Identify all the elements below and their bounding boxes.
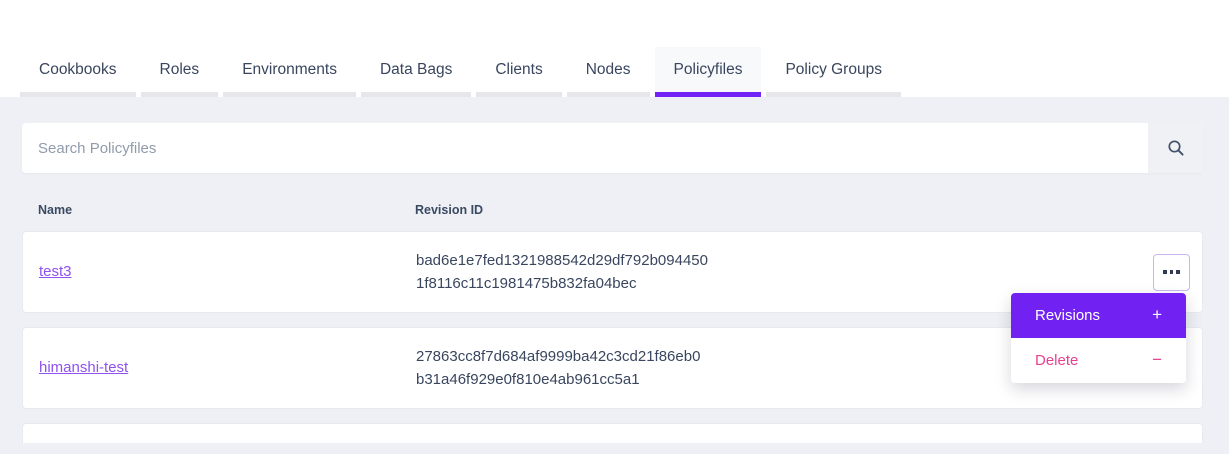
search-button[interactable] — [1148, 123, 1203, 173]
revision-id-value: 27863cc8f7d684af9999ba42c3cd21f86eb0b31a… — [416, 345, 708, 392]
search-icon — [1167, 139, 1185, 157]
column-header-name: Name — [38, 203, 415, 217]
policyfiles-panel: Name Revision ID test3 bad6e1e7fed132198… — [0, 97, 1229, 443]
menu-item-revisions[interactable]: Revisions + — [1011, 293, 1186, 338]
policyfile-link[interactable]: test3 — [39, 263, 72, 280]
table-header-row: Name Revision ID — [22, 173, 1203, 231]
policyfile-link[interactable]: himanshi-test — [39, 359, 128, 376]
menu-item-delete[interactable]: Delete − — [1011, 338, 1186, 383]
table-row: test3 bad6e1e7fed1321988542d29df792b0944… — [22, 231, 1203, 313]
tab-bar: Cookbooks Roles Environments Data Bags C… — [0, 0, 1229, 97]
tab-roles[interactable]: Roles — [141, 47, 219, 97]
tab-cookbooks[interactable]: Cookbooks — [20, 47, 136, 97]
row-actions-menu: Revisions + Delete − — [1011, 293, 1186, 383]
column-header-revision-id: Revision ID — [415, 203, 1139, 217]
tab-data-bags[interactable]: Data Bags — [361, 47, 471, 97]
tab-policyfiles[interactable]: Policyfiles — [655, 47, 762, 97]
minus-icon: − — [1152, 350, 1162, 370]
table-row-partial — [22, 423, 1203, 443]
plus-icon: + — [1152, 305, 1162, 325]
row-actions-button[interactable] — [1153, 254, 1190, 291]
tab-policy-groups[interactable]: Policy Groups — [766, 47, 900, 97]
search-input[interactable] — [22, 123, 1148, 173]
ellipsis-icon — [1163, 270, 1180, 274]
tab-nodes[interactable]: Nodes — [567, 47, 650, 97]
tab-environments[interactable]: Environments — [223, 47, 356, 97]
tab-clients[interactable]: Clients — [476, 47, 561, 97]
search-bar — [22, 123, 1203, 173]
revision-id-value: bad6e1e7fed1321988542d29df792b0944501f81… — [416, 249, 708, 296]
